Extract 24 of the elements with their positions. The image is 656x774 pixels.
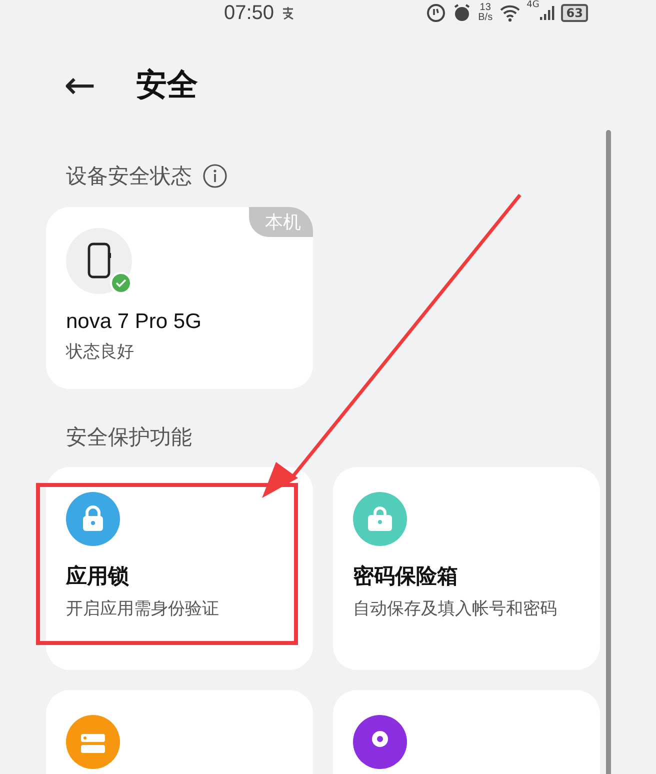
section-title: 安全保护功能: [66, 424, 192, 451]
feature-card[interactable]: 密码保险箱 自动保存及填入帐号和密码: [333, 467, 600, 670]
speed-unit: B/s: [478, 13, 493, 23]
battery-level: 63: [561, 4, 588, 22]
back-button[interactable]: ←: [60, 65, 100, 105]
info-icon[interactable]: [202, 163, 228, 189]
page-title: 安全: [136, 66, 198, 105]
device-status: 状态良好: [66, 341, 134, 363]
feature-title: 应用锁: [66, 563, 129, 590]
network-type: 4G: [526, 0, 540, 10]
clock-icon: [426, 3, 446, 23]
section-title: 设备安全状态: [66, 163, 192, 190]
device-name: nova 7 Pro 5G: [66, 310, 202, 334]
device-badge: 本机: [249, 207, 313, 237]
status-time: 07:50: [224, 2, 274, 24]
alarm-icon: [452, 3, 472, 23]
feature-description: 开启应用需身份验证: [66, 598, 219, 621]
device-card[interactable]: 本机 nova 7 Pro 5G 状态良好: [46, 207, 313, 389]
feature-title: 密码保险箱: [353, 563, 458, 590]
feature-description: 自动保存及填入帐号和密码: [353, 598, 557, 621]
wifi-icon: [498, 4, 521, 22]
signal-icon: [539, 5, 556, 21]
speed-value: 13: [480, 3, 491, 13]
phone-icon: [66, 228, 132, 294]
